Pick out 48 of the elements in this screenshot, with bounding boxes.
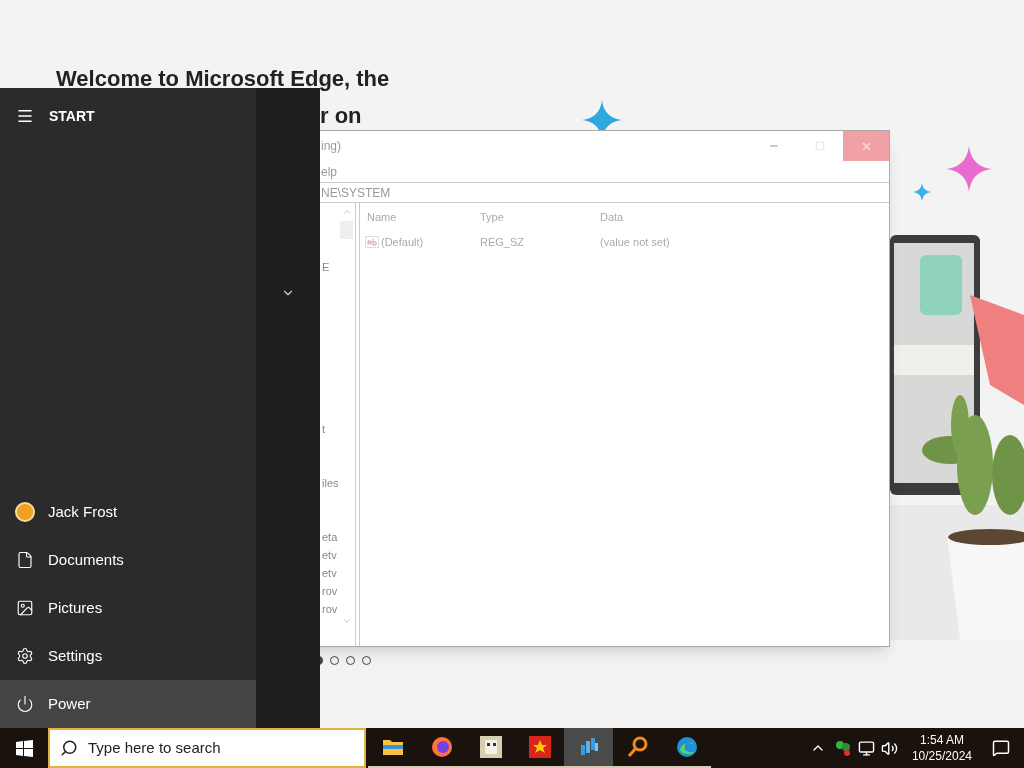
start-menu-item[interactable]: Settings: [0, 632, 256, 680]
notification-icon[interactable]: [992, 739, 1010, 757]
picture-icon: [16, 599, 34, 617]
tree-item[interactable]: eta: [322, 529, 338, 546]
table-cell-text: (value not set): [600, 234, 671, 250]
start-menu-item[interactable]: Pictures: [0, 584, 256, 632]
maximize-icon: [815, 141, 825, 151]
table-cell-text: REG_SZ: [480, 234, 525, 250]
flag-icon: [527, 735, 552, 759]
power-icon: [16, 695, 34, 713]
start-menu-item[interactable]: Documents: [0, 536, 256, 584]
tree-item[interactable]: etv: [322, 565, 337, 582]
column-header[interactable]: Data: [600, 209, 720, 226]
windows-icon: [15, 739, 33, 757]
window-title: ing): [321, 138, 341, 155]
start-title: START: [49, 106, 95, 126]
page-heading: Welcome to Microsoft Edge, the: [56, 65, 390, 93]
browser-icon: [674, 735, 699, 759]
network-icon[interactable]: [857, 739, 875, 757]
tree-item[interactable]: rov: [322, 583, 338, 600]
start-menu-item[interactable]: Power: [0, 680, 256, 728]
volume-icon[interactable]: [880, 739, 898, 757]
column-header[interactable]: Name: [360, 209, 480, 226]
table-cell-text: (Default): [381, 234, 424, 250]
browser-icon: [429, 735, 454, 759]
tree-item[interactable]: etv: [322, 547, 337, 564]
page-heading: r on: [320, 102, 362, 130]
tree-item[interactable]: E: [322, 259, 330, 276]
avatar-icon: [15, 502, 35, 522]
search-field[interactable]: Type here to search: [48, 728, 366, 768]
menu-item[interactable]: elp: [321, 162, 337, 181]
string-value-icon: [365, 235, 379, 248]
search-icon: [60, 739, 78, 757]
sparkle-icon: [913, 183, 931, 201]
game-icon: [478, 735, 503, 759]
settings-icon: [16, 647, 34, 665]
tree-item[interactable]: t: [322, 421, 326, 438]
clock[interactable]: 1:54 AM 10/25/2024: [905, 732, 978, 764]
tree-item[interactable]: rov: [322, 601, 338, 618]
sparkle-icon: [946, 146, 992, 192]
magnifier-icon: [625, 735, 650, 759]
document-icon: [16, 551, 34, 569]
address-bar[interactable]: NE\SYSTEM: [301, 182, 889, 203]
menu-icon[interactable]: [16, 107, 34, 125]
start-menu-item[interactable]: Jack Frost: [0, 488, 256, 536]
column-header[interactable]: Type: [480, 209, 600, 226]
tray-app-icon[interactable]: [833, 739, 852, 757]
tree-item[interactable]: iles: [322, 475, 339, 492]
